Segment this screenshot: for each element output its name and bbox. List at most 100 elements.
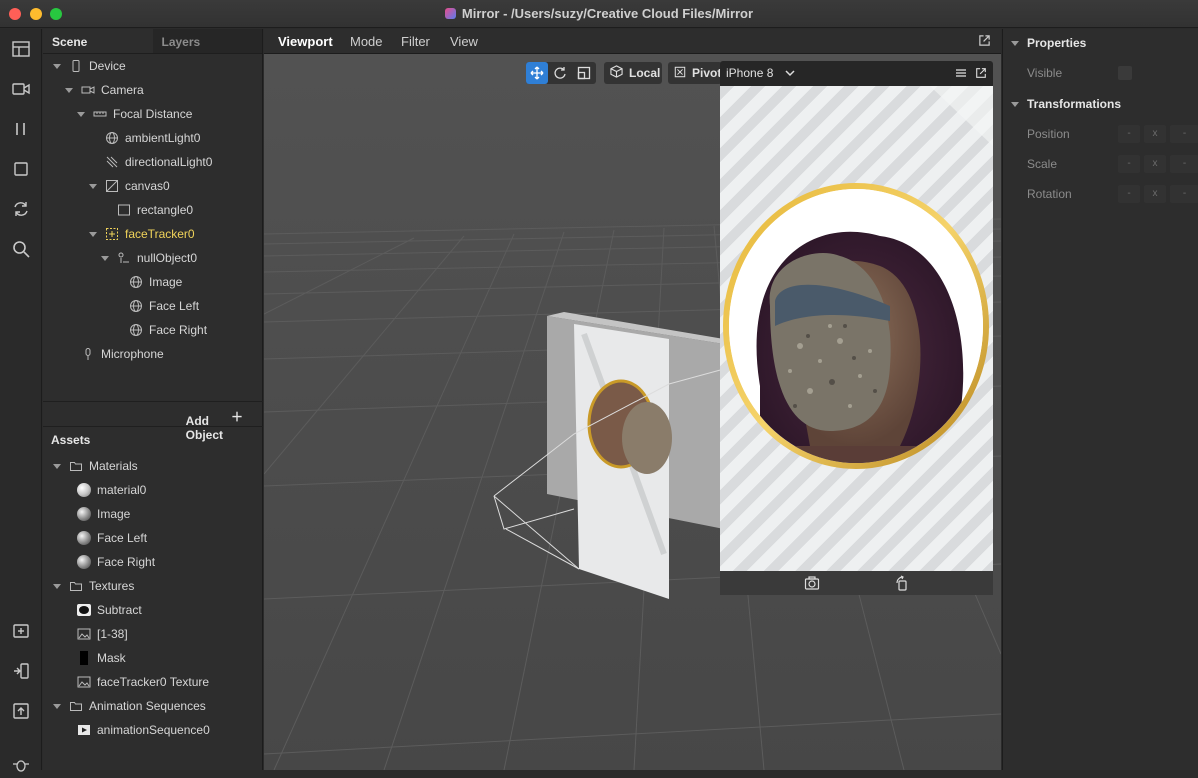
asset-material0[interactable]: material0 xyxy=(77,479,146,501)
position-x-axis: x xyxy=(1144,125,1166,143)
device-selector[interactable]: iPhone 8 xyxy=(726,66,795,80)
mirror-preview-image xyxy=(723,86,993,469)
phone-icon xyxy=(69,59,83,73)
import-icon[interactable] xyxy=(11,661,31,681)
tree-item-face-right[interactable]: Face Right xyxy=(113,319,207,341)
pause-icon[interactable] xyxy=(11,119,31,139)
menu-icon[interactable] xyxy=(955,67,967,82)
refresh-icon[interactable] xyxy=(11,199,31,219)
asset-texture-subtract[interactable]: Subtract xyxy=(77,599,142,621)
caret-spacer xyxy=(65,352,73,357)
move-tool-icon[interactable] xyxy=(526,62,548,84)
caret-down-icon[interactable] xyxy=(65,87,73,93)
simulator-footer xyxy=(720,571,993,595)
app-logo-icon xyxy=(444,8,456,19)
asset-material-face-right[interactable]: Face Right xyxy=(77,551,155,573)
screenshot-icon[interactable] xyxy=(804,575,820,594)
tree-item-label: Subtract xyxy=(97,603,142,617)
viewport-area: Viewport Mode Filter View Local Pivot iP… xyxy=(264,29,1001,770)
caret-down-icon[interactable] xyxy=(77,111,85,117)
add-object-button[interactable]: ＋ Add Object xyxy=(186,408,243,442)
tree-item-label: Image xyxy=(149,275,183,289)
scene-viewport[interactable]: Local Pivot iPhone 8 xyxy=(264,54,1001,770)
transformations-title: Transformations xyxy=(1027,97,1122,111)
caret-down-icon[interactable] xyxy=(53,583,61,589)
tool-rail xyxy=(0,29,42,772)
globe-icon xyxy=(129,323,143,337)
add-folder-icon[interactable] xyxy=(11,621,31,641)
menu-mode[interactable]: Mode xyxy=(350,34,383,49)
tree-item-device[interactable]: Device xyxy=(53,55,126,77)
tab-viewport[interactable]: Viewport xyxy=(278,34,333,49)
search-icon[interactable] xyxy=(11,239,31,259)
local-label: Local xyxy=(629,66,661,80)
tree-item-camera[interactable]: Camera xyxy=(65,79,144,101)
position-y-field[interactable]: - xyxy=(1170,125,1198,143)
tree-item-label: Image xyxy=(97,507,131,521)
debug-icon[interactable] xyxy=(11,755,31,775)
caret-down-icon[interactable] xyxy=(53,463,61,469)
tree-item-face-left[interactable]: Face Left xyxy=(113,295,199,317)
video-icon[interactable] xyxy=(11,79,31,99)
tree-item-microphone[interactable]: Microphone xyxy=(65,343,164,365)
menu-view[interactable]: View xyxy=(450,34,478,49)
caret-spacer xyxy=(113,280,121,285)
pivot-toggle[interactable]: Pivot xyxy=(668,62,722,84)
properties-section-header[interactable]: Properties xyxy=(1011,36,1086,50)
asset-texture-face-tracker[interactable]: faceTracker0 Texture xyxy=(77,671,209,693)
rotation-x-field[interactable]: - xyxy=(1118,185,1140,203)
device-preview[interactable] xyxy=(720,86,993,571)
asset-material-image[interactable]: Image xyxy=(77,503,130,525)
caret-down-icon[interactable] xyxy=(1011,101,1019,107)
asset-texture-sequence[interactable]: [1-38] xyxy=(77,623,128,645)
menu-filter[interactable]: Filter xyxy=(401,34,430,49)
position-label: Position xyxy=(1027,127,1070,141)
caret-down-icon[interactable] xyxy=(53,63,61,69)
upload-icon[interactable] xyxy=(11,701,31,721)
external-window-icon[interactable] xyxy=(975,67,987,82)
folder-icon xyxy=(69,699,83,713)
rotate-device-icon[interactable] xyxy=(894,575,910,594)
caret-down-icon[interactable] xyxy=(89,231,97,237)
tree-item-face-tracker[interactable]: faceTracker0 xyxy=(89,223,195,245)
position-x-field[interactable]: - xyxy=(1118,125,1140,143)
cube-icon xyxy=(610,65,623,81)
caret-down-icon[interactable] xyxy=(1011,40,1019,46)
caret-down-icon[interactable] xyxy=(101,255,109,261)
caret-down-icon[interactable] xyxy=(89,183,97,189)
asset-material-face-left[interactable]: Face Left xyxy=(77,527,147,549)
tree-item-label: canvas0 xyxy=(125,179,170,193)
tab-scene[interactable]: Scene xyxy=(43,29,153,53)
scale-y-field[interactable]: - xyxy=(1170,155,1198,173)
tree-item-null-object[interactable]: nullObject0 xyxy=(101,247,197,269)
pivot-label: Pivot xyxy=(692,66,722,80)
tree-item-image[interactable]: Image xyxy=(113,271,182,293)
asset-folder-materials[interactable]: Materials xyxy=(53,455,138,477)
caret-down-icon[interactable] xyxy=(53,703,61,709)
rotate-tool-icon[interactable] xyxy=(548,66,572,80)
null-object-icon xyxy=(117,251,131,265)
asset-folder-textures[interactable]: Textures xyxy=(53,575,134,597)
tree-item-canvas[interactable]: canvas0 xyxy=(89,175,170,197)
asset-animation-sequence0[interactable]: animationSequence0 xyxy=(77,719,210,741)
asset-folder-animation-sequences[interactable]: Animation Sequences xyxy=(53,695,206,717)
transformations-section-header[interactable]: Transformations xyxy=(1011,97,1121,111)
rotation-y-field[interactable]: - xyxy=(1170,185,1198,203)
tree-item-directional-light[interactable]: directionalLight0 xyxy=(89,151,212,173)
tab-layers[interactable]: Layers xyxy=(153,29,263,53)
visible-checkbox[interactable] xyxy=(1118,66,1132,80)
material-sphere-icon xyxy=(77,555,91,569)
tree-item-label: Camera xyxy=(101,83,144,97)
device-preview-icon[interactable] xyxy=(11,159,31,179)
scale-tool-icon[interactable] xyxy=(572,66,596,80)
tree-item-focal-distance[interactable]: Focal Distance xyxy=(77,103,192,125)
local-toggle[interactable]: Local xyxy=(604,62,662,84)
tree-item-rectangle[interactable]: rectangle0 xyxy=(101,199,193,221)
rectangle-icon xyxy=(117,203,131,217)
layout-icon[interactable] xyxy=(11,39,31,59)
asset-texture-mask[interactable]: Mask xyxy=(77,647,126,669)
scale-x-field[interactable]: - xyxy=(1118,155,1140,173)
tree-item-ambient-light[interactable]: ambientLight0 xyxy=(89,127,200,149)
tree-item-label: nullObject0 xyxy=(137,251,198,265)
external-window-icon[interactable] xyxy=(978,34,991,50)
